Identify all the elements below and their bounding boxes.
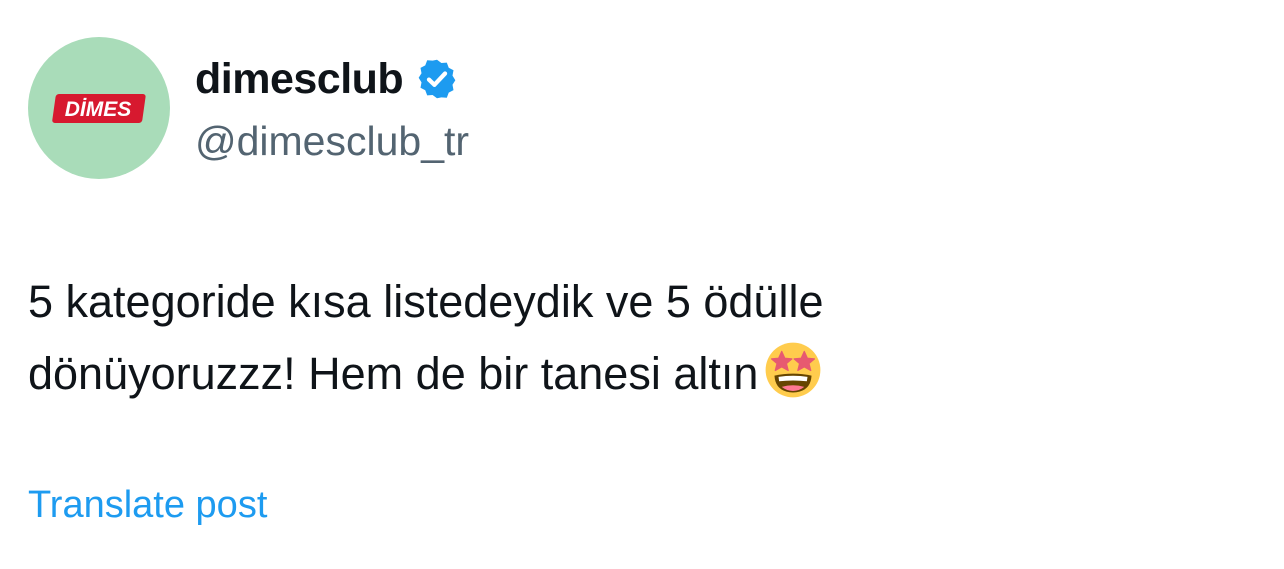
post-text-line-2-content: dönüyoruzzz! Hem de bir tanesi altın (28, 348, 759, 399)
post-text-line-2: dönüyoruzzz! Hem de bir tanesi altın (28, 338, 1258, 410)
post-text: 5 kategoride kısa listedeydik ve 5 ödüll… (28, 266, 1258, 410)
user-handle[interactable]: @dimesclub_tr (195, 116, 469, 166)
avatar-logo-text: DİMES (65, 98, 132, 121)
verified-badge-icon (415, 57, 459, 101)
star-struck-emoji-icon (764, 341, 822, 399)
avatar[interactable]: DİMES (28, 37, 170, 179)
post-text-line-1: 5 kategoride kısa listedeydik ve 5 ödüll… (28, 276, 824, 327)
dimes-logo: DİMES (52, 94, 146, 123)
author-name-row[interactable]: dimesclub (195, 54, 459, 104)
display-name[interactable]: dimesclub (195, 54, 404, 104)
translate-post-link[interactable]: Translate post (28, 482, 267, 528)
